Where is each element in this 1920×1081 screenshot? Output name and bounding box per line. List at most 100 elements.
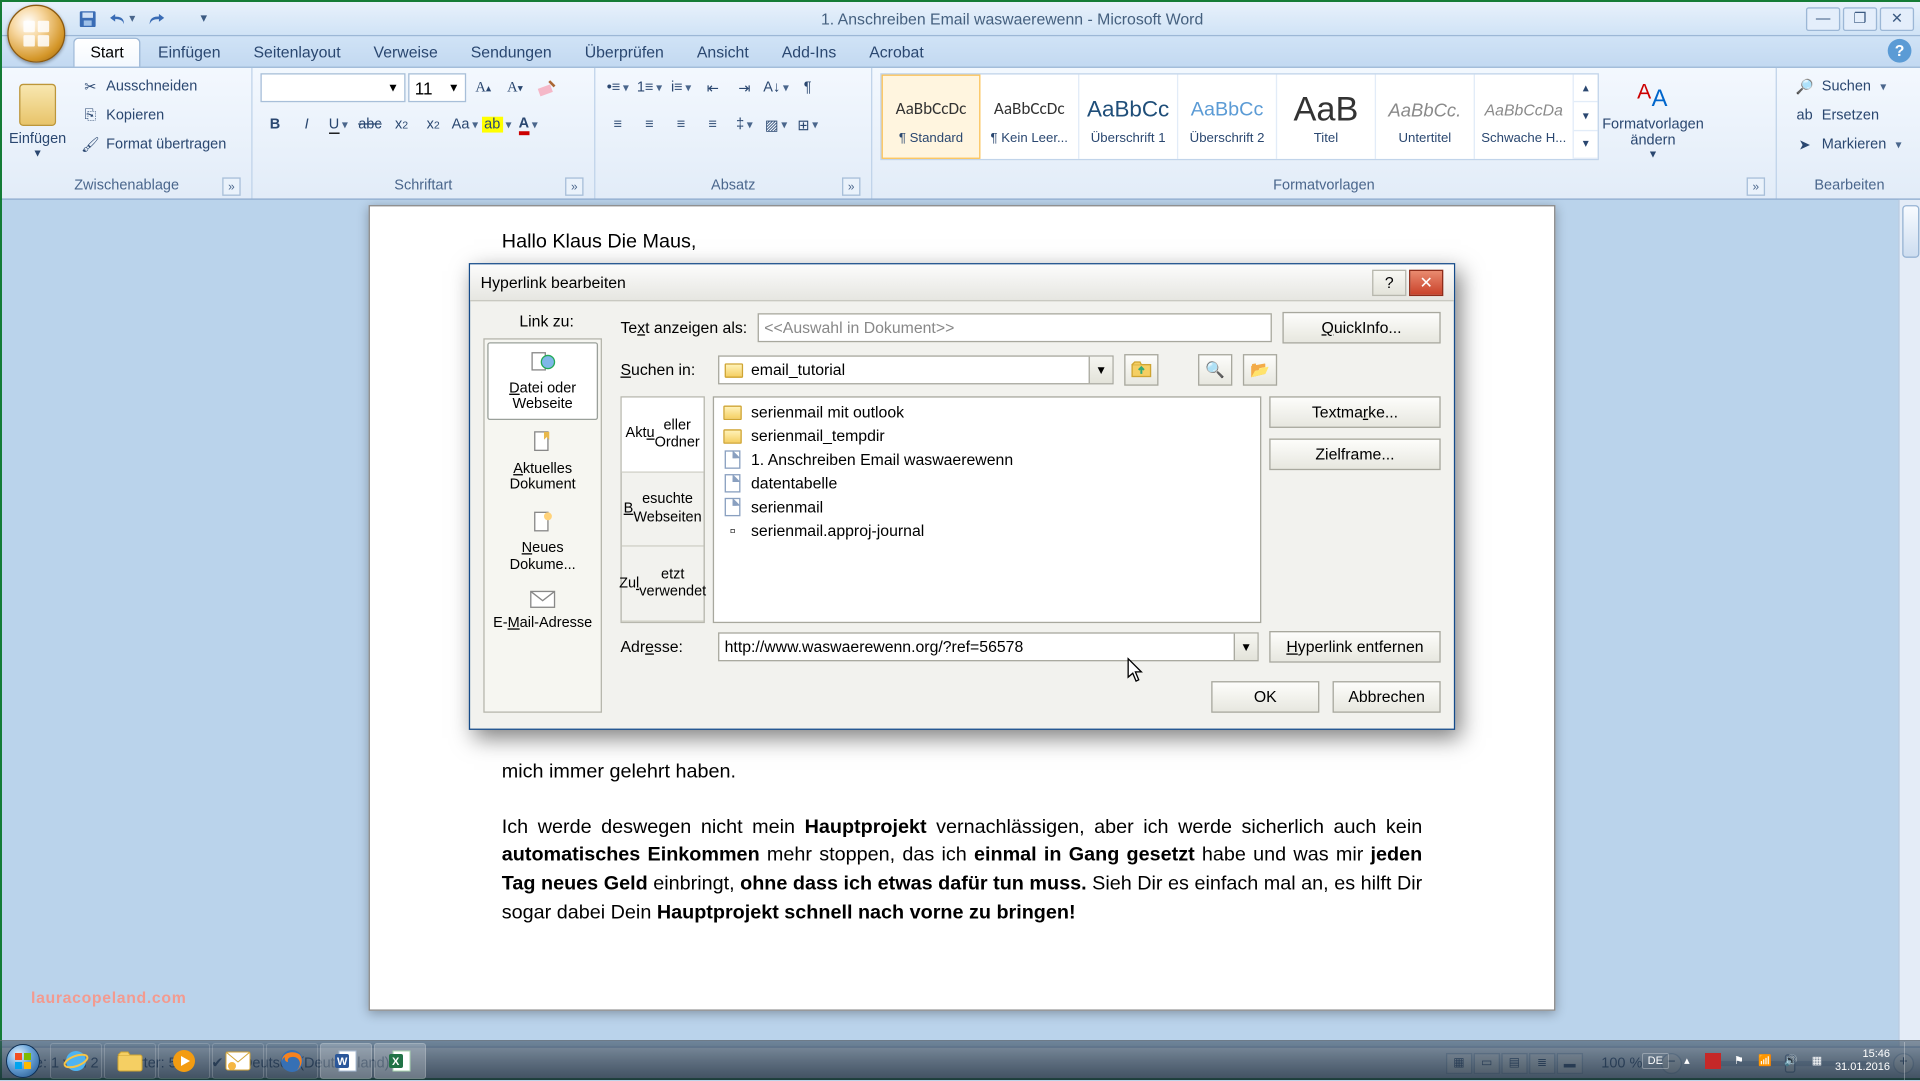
linkto-current-doc[interactable]: AktuellesDokument [487,423,598,501]
align-center-button[interactable]: ≡ [635,110,664,139]
styles-gallery-more[interactable]: ▴▾▾ [1574,75,1598,159]
bold-button[interactable]: B [260,110,289,139]
office-button[interactable] [7,5,65,63]
style-item-subtitle[interactable]: AaBbCc.Untertitel [1376,75,1475,159]
list-item[interactable]: serienmail [717,495,1258,519]
cut-button[interactable]: ✂Ausschneiden [73,73,233,99]
list-item[interactable]: serienmail_tempdir [717,424,1258,448]
tab-start[interactable]: Start [73,38,141,67]
list-item[interactable]: ▫serienmail.approj-journal [717,519,1258,543]
style-item-nospacing[interactable]: AaBbCcDc¶ Kein Leer... [980,75,1079,159]
navtab-recent-files[interactable]: Zuletztverwendet [622,547,704,622]
tray-lang[interactable]: DE [1642,1053,1669,1069]
tab-acrobat[interactable]: Acrobat [853,39,939,67]
line-spacing-button[interactable]: ‡ [730,110,759,139]
styles-dialog-launcher[interactable]: » [1747,177,1765,195]
text-display-input[interactable] [758,313,1272,342]
bullets-button[interactable]: •≡ [603,73,632,102]
tray-clock[interactable]: 15:46 31.01.2016 [1835,1048,1890,1073]
dialog-close-button[interactable]: ✕ [1409,269,1443,295]
up-folder-button[interactable] [1124,354,1158,386]
browse-web-button[interactable]: 🔍 [1198,354,1232,386]
list-item[interactable]: 1. Anschreiben Email waswaerewenn [717,448,1258,472]
address-combo[interactable]: http://www.waswaerewenn.org/?ref=56578 ▼ [718,632,1259,661]
indent-increase-button[interactable]: ⇥ [730,73,759,102]
browse-file-button[interactable]: 📂 [1243,354,1277,386]
remove-hyperlink-button[interactable]: Hyperlink entfernen [1269,631,1440,663]
style-item-title[interactable]: AaBTitel [1277,75,1376,159]
taskbar-ie-icon[interactable] [50,1043,102,1079]
font-color-button[interactable]: A [514,110,543,139]
find-button[interactable]: 🔎Suchen [1785,73,1911,99]
quickinfo-button[interactable]: QuickInfo... [1282,312,1440,344]
tray-network-icon[interactable]: 📶 [1757,1053,1773,1069]
align-justify-button[interactable]: ≡ [698,110,727,139]
tray-avira-icon[interactable] [1705,1053,1721,1069]
ok-button[interactable]: OK [1211,681,1319,713]
file-list[interactable]: serienmail mit outlook serienmail_tempdi… [713,396,1262,623]
tab-insert[interactable]: Einfügen [142,39,236,67]
ribbon-help-icon[interactable]: ? [1888,39,1912,63]
taskbar-excel-icon[interactable]: X [374,1043,426,1079]
copy-button[interactable]: ⎘Kopieren [73,102,233,128]
strike-button[interactable]: abc [355,110,384,139]
targetframe-button[interactable]: Zielframe... [1269,438,1440,470]
window-restore-button[interactable]: ❐ [1843,7,1877,31]
show-marks-button[interactable]: ¶ [793,73,822,102]
qat-redo-icon[interactable] [142,4,171,33]
qat-undo-icon[interactable] [107,4,136,33]
tab-mailings[interactable]: Sendungen [455,39,568,67]
linkto-email[interactable]: E-Mail-Adresse [487,583,598,639]
taskbar-mediaplayer-icon[interactable] [158,1043,210,1079]
underline-button[interactable]: U [324,110,353,139]
list-item[interactable]: serienmail mit outlook [717,400,1258,424]
dialog-titlebar[interactable]: Hyperlink bearbeiten ? ✕ [470,264,1454,301]
tab-addins[interactable]: Add-Ins [766,39,852,67]
superscript-button[interactable]: x2 [419,110,448,139]
scroll-thumb[interactable] [1902,205,1919,258]
indent-decrease-button[interactable]: ⇤ [698,73,727,102]
tab-pagelayout[interactable]: Seitenlayout [238,39,357,67]
font-dialog-launcher[interactable]: » [565,177,583,195]
tray-chevron-icon[interactable]: ▴ [1679,1053,1695,1069]
navtab-current-folder[interactable]: AktuellerOrdner [622,398,704,473]
clear-formatting-button[interactable] [532,73,561,102]
align-right-button[interactable]: ≡ [667,110,696,139]
taskbar-explorer-icon[interactable] [104,1043,156,1079]
bookmark-button[interactable]: Textmarke... [1269,396,1440,428]
taskbar-word-icon[interactable]: W [320,1043,372,1079]
subscript-button[interactable]: x2 [387,110,416,139]
tray-volume-icon[interactable]: 🔊 [1783,1053,1799,1069]
paste-button[interactable]: Einfügen ▼ [10,73,65,160]
window-minimize-button[interactable]: — [1806,7,1840,31]
vertical-scrollbar[interactable] [1898,200,1920,1047]
select-button[interactable]: ➤Markieren [1785,131,1911,157]
font-size-combo[interactable]: 11▼ [408,73,466,102]
style-item-normal[interactable]: AaBbCcDc¶ Standard [882,75,981,159]
dialog-help-button[interactable]: ? [1372,269,1406,295]
qat-customize-icon[interactable]: ▾ [189,4,218,33]
change-styles-button[interactable]: AA Formatvorlagen ändern▼ [1607,73,1699,160]
tray-flag-icon[interactable]: ⚑ [1731,1053,1747,1069]
window-close-button[interactable]: ✕ [1880,7,1914,31]
linkto-new-doc[interactable]: NeuesDokume... [487,503,598,581]
borders-button[interactable]: ⊞ [793,110,822,139]
show-desktop-button[interactable] [1904,1042,1912,1080]
linkto-file-web[interactable]: Datei oderWebseite [487,342,598,420]
align-left-button[interactable]: ≡ [603,110,632,139]
sort-button[interactable]: A↓ [762,73,791,102]
list-item[interactable]: datentabelle [717,471,1258,495]
grow-font-button[interactable]: A▴ [469,73,498,102]
format-painter-button[interactable]: 🖌Format übertragen [73,131,233,157]
tab-review[interactable]: Überprüfen [569,39,680,67]
font-family-combo[interactable]: ▼ [260,73,405,102]
style-item-heading2[interactable]: AaBbCcÜberschrift 2 [1178,75,1277,159]
searchin-combo[interactable]: email_tutorial ▼ [718,355,1114,384]
start-button[interactable] [0,1041,46,1081]
tray-wall-icon[interactable]: ▦ [1809,1053,1825,1069]
shrink-font-button[interactable]: A▾ [500,73,529,102]
paragraph-dialog-launcher[interactable]: » [842,177,860,195]
numbering-button[interactable]: 1≡ [635,73,664,102]
taskbar-outlook-icon[interactable] [212,1043,264,1079]
cancel-button[interactable]: Abbrechen [1333,681,1441,713]
